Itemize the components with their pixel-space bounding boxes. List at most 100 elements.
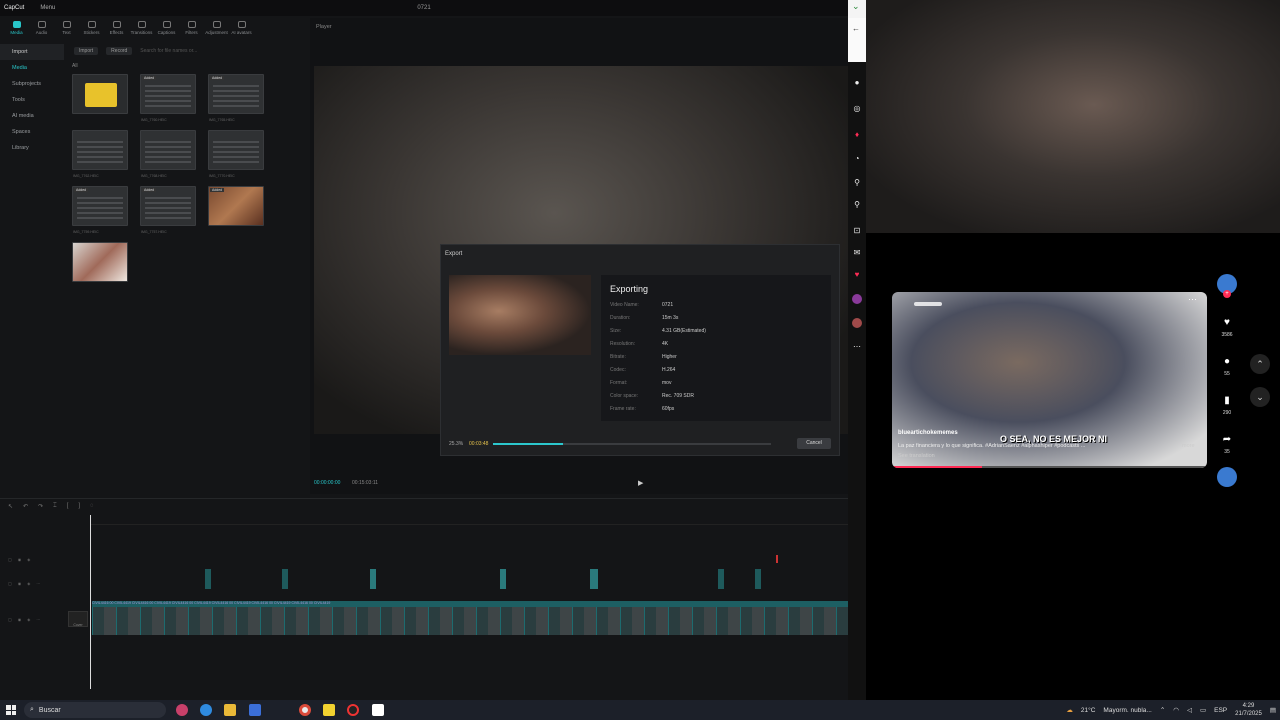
comment-action[interactable]: ● 55 [1216,351,1238,378]
upload-icon[interactable]: ⊡ [852,226,862,236]
like-action[interactable]: ♥ 3586 [1216,312,1238,339]
previous-video-button[interactable]: ⌃ [1250,354,1270,374]
media-thumb[interactable]: IMG_7770.HEIC [208,130,264,178]
save-action[interactable]: ▮ 290 [1216,390,1238,417]
see-translation-link[interactable]: See translation [898,453,935,459]
follow-plus-icon[interactable]: + [1223,290,1231,298]
chevron-up-icon[interactable]: ⌃ [1160,706,1165,714]
capcut-icon[interactable] [372,704,384,716]
media-folder[interactable] [72,74,128,114]
video-more-icon[interactable]: ⋯ [1188,294,1197,305]
back-arrow-icon[interactable]: ← [852,24,860,33]
import-button[interactable]: Import [74,47,99,55]
weather-temp[interactable]: 21°C [1081,707,1096,714]
tool-text[interactable]: Text [54,16,79,40]
select-tool-icon[interactable]: ↖ [8,503,13,510]
media-thumb[interactable]: IMG_7768.HEIC [140,130,196,178]
share-action[interactable]: ➦ 35 [1216,429,1238,456]
tool-ai-avatars[interactable]: AI avatars [229,16,254,40]
nav-spaces[interactable]: Spaces [0,124,64,140]
tool-transitions[interactable]: Transitions [129,16,154,40]
media-thumb[interactable]: IMG_7762.HEIC [72,130,128,178]
app-icon[interactable] [176,704,188,716]
shield-icon[interactable]: ◌ [90,503,94,510]
live-icon[interactable]: ⚲ [852,178,862,188]
volume-icon[interactable]: ◁ [1187,706,1192,714]
notifications-icon[interactable]: ▤ [1270,706,1276,714]
more-icon[interactable]: ⋯ [852,342,862,352]
media-thumb[interactable]: Added IMG_7759.HEIC [72,186,128,234]
media-search-input[interactable]: Search for file names or... [140,48,197,54]
video-username[interactable]: blueartichokememes [898,430,958,436]
tool-audio[interactable]: Audio [29,16,54,40]
taskbar-search[interactable]: ⌕ Buscar [24,702,166,718]
nav-subprojects[interactable]: Subprojects [0,76,64,92]
store-icon[interactable] [249,704,261,716]
volume-slider[interactable] [914,302,942,306]
browser-tab[interactable]: ⌄ [848,0,866,18]
nav-library[interactable]: Library [0,140,64,156]
weather-icon[interactable]: ☁ [1066,706,1073,714]
friends-icon[interactable]: ◔ [852,154,862,164]
edge-icon[interactable] [200,704,212,716]
media-thumb[interactable]: Added IMG_7757.HEIC [140,186,196,234]
nav-media[interactable]: Media [0,60,64,76]
track-controls[interactable]: ▢ ◉ ◈ [8,557,30,562]
playhead[interactable] [90,515,91,689]
tool-filters[interactable]: Filters [179,16,204,40]
chrome-icon[interactable] [299,704,311,716]
wifi-icon[interactable]: ◠ [1173,706,1179,714]
avatar[interactable] [852,294,862,304]
language-indicator[interactable]: ESP [1214,707,1227,714]
nav-import[interactable]: Import [0,44,64,60]
trim-right-icon[interactable]: ] [78,503,80,510]
nav-ai-media[interactable]: AI media [0,108,64,124]
redo-icon[interactable]: ↷ [38,503,43,510]
tiktok-video[interactable]: ⋯ O SEA, NO ES MEJOR NI blueartichokemem… [892,292,1207,468]
media-thumb[interactable]: Added IMG_7760.HEIC [140,74,196,122]
cancel-button[interactable]: Cancel [797,438,831,449]
tool-stickers[interactable]: Stickers [79,16,104,40]
tiktok-home-icon[interactable]: ● [852,78,862,88]
clock[interactable]: 4:29 21/7/2025 [1235,702,1262,718]
nav-tools[interactable]: Tools [0,92,64,108]
next-video-button[interactable]: ⌄ [1250,387,1270,407]
timeline-ruler[interactable] [90,517,848,525]
undo-icon[interactable]: ↶ [23,503,28,510]
weather-desc[interactable]: Mayorm. nubla... [1103,707,1151,714]
track-controls[interactable]: ▢ ◉ ◈ ⋯ [8,581,40,586]
menu-button[interactable]: Menu [40,5,55,11]
export-row-color-space: Color space: Rec. 709 SDR [610,393,694,399]
split-icon[interactable]: ⌶ [53,503,57,510]
timeline-marker [590,569,598,589]
export-row-frame-rate: Frame rate: 60fps [610,406,675,412]
description-more-link[interactable]: more [1182,443,1195,449]
trim-left-icon[interactable]: [ [67,503,69,510]
messages-icon[interactable]: ✉ [852,248,862,258]
windows-start-icon[interactable] [6,705,16,715]
tool-captions[interactable]: Captions [154,16,179,40]
music-disc[interactable] [1216,467,1238,487]
file-explorer-icon[interactable] [224,704,236,716]
media-thumb[interactable]: Added IMG_7765.HEIC [208,74,264,122]
activity-icon[interactable]: ♥ [852,270,862,280]
creator-avatar[interactable]: + [1216,274,1238,298]
play-icon[interactable]: ▶ [638,479,643,487]
avatar[interactable] [852,318,862,328]
tool-media[interactable]: Media [4,16,29,40]
media-thumb[interactable]: Added [208,186,264,226]
profile-icon[interactable]: ⚲ [852,200,862,210]
explore-icon[interactable]: ◎ [852,104,862,114]
cover-button[interactable]: Cover [68,611,88,627]
following-icon[interactable]: ♦ [852,130,862,140]
sticky-notes-icon[interactable] [323,704,335,716]
record-button[interactable]: Record [106,47,133,55]
battery-icon[interactable]: ▭ [1200,706,1206,714]
filters-icon [187,21,196,28]
tool-adjustment[interactable]: Adjustment [204,16,229,40]
media-thumb[interactable] [72,242,128,282]
obs-icon[interactable] [347,704,359,716]
tool-effects[interactable]: Effects [104,16,129,40]
all-filter[interactable]: All [72,63,78,69]
track-controls[interactable]: ▢ ◉ ◈ ⋯ [8,617,40,622]
